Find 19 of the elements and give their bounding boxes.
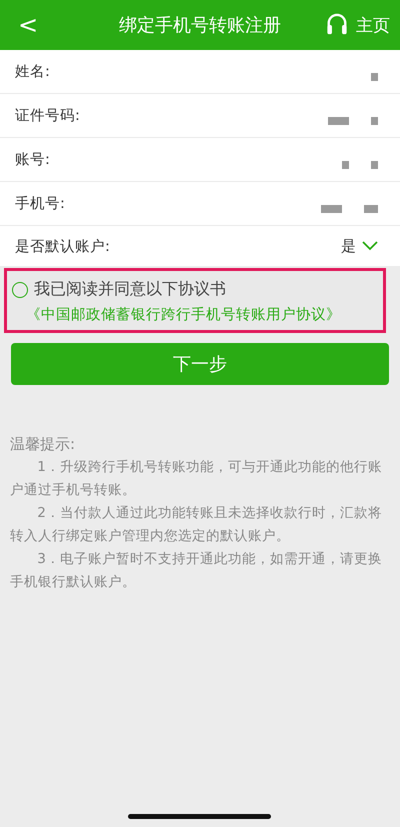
home-button[interactable]: 主页: [356, 14, 390, 36]
headset-icon[interactable]: [326, 13, 348, 37]
field-label: 账号:: [15, 151, 50, 169]
page-title: 绑定手机号转账注册: [119, 14, 281, 37]
agree-checkbox[interactable]: [12, 282, 28, 298]
back-button[interactable]: <: [12, 11, 44, 39]
tip-text: 1．升级跨行手机号转账功能，可与开通此功能的他行账户通过手机号转账。: [10, 458, 383, 500]
field-label: 姓名:: [15, 63, 50, 81]
agreement-text: 我已阅读并同意以下协议书: [34, 279, 226, 300]
next-button[interactable]: 下一步: [11, 343, 389, 385]
chevron-down-icon: [362, 241, 378, 251]
field-label: 证件号码:: [15, 107, 80, 125]
field-label: 是否默认账户:: [15, 238, 110, 256]
field-label: 手机号:: [15, 194, 65, 213]
tip-text: 3．电子账户暂时不支持开通此功能，如需开通，请更换手机银行默认账户。: [10, 550, 383, 592]
tips-title: 温馨提示:: [10, 435, 76, 454]
default-account-select[interactable]: 是: [341, 236, 378, 256]
tip-text: 2．当付款人通过此功能转账且未选择收款行时，汇款将转入人行绑定账户管理内您选定的默认账户。: [10, 504, 383, 546]
agreement-link[interactable]: 《中国邮政储蓄银行跨行手机号转账用户协议》: [12, 305, 377, 324]
